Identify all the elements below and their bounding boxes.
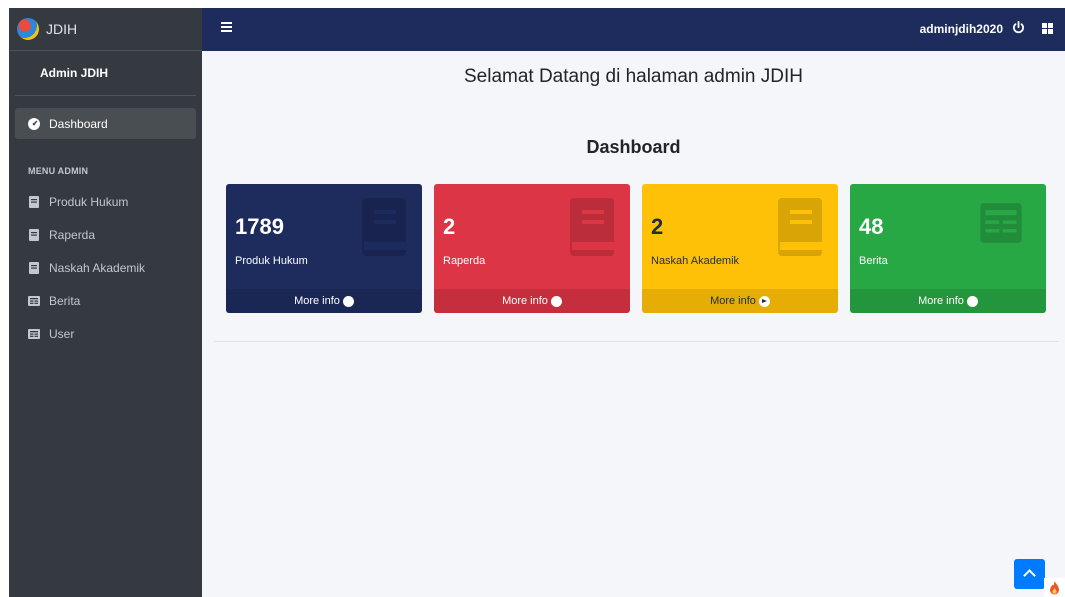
- box-value: 1789: [235, 214, 284, 239]
- box-label: Naskah Akademik: [651, 255, 740, 267]
- sidebar-item-label: Dashboard: [49, 116, 108, 131]
- box-value: 2: [443, 214, 456, 239]
- arrow-circle-right-icon: [550, 295, 562, 307]
- flame-icon: [1044, 578, 1065, 597]
- more-info-link[interactable]: More info: [226, 289, 422, 313]
- sidebar-item-label: Naskah Akademik: [49, 260, 146, 275]
- page-title: Dashboard: [586, 137, 681, 157]
- sidebar-item-produk-hukum[interactable]: Produk Hukum: [15, 186, 196, 217]
- sidebar-item-dashboard[interactable]: Dashboard: [15, 108, 196, 139]
- top-navbar: adminjdih2020: [202, 8, 1065, 51]
- book-icon: [29, 228, 39, 241]
- sidebar: JDIH Admin JDIH Dashboard MENU ADMIN Pro…: [9, 8, 202, 597]
- book-icon: [29, 195, 39, 208]
- sidebar-item-label: User: [49, 326, 75, 341]
- sidebar-nav: Dashboard MENU ADMIN Produk Hukum Raperd…: [9, 96, 202, 349]
- more-info-label: More info: [502, 295, 548, 307]
- more-info-link[interactable]: More info: [642, 289, 838, 313]
- sidebar-item-raperda[interactable]: Raperda: [15, 219, 196, 250]
- more-info-label: More info: [294, 295, 340, 307]
- main-content: Selamat Datang di halaman admin JDIH Das…: [202, 51, 1065, 597]
- sidebar-item-user[interactable]: User: [15, 318, 196, 349]
- newspaper-icon: [980, 203, 1022, 243]
- app-frame: JDIH Admin JDIH Dashboard MENU ADMIN Pro…: [9, 8, 1065, 597]
- arrow-circle-right-icon: [758, 295, 770, 307]
- power-icon[interactable]: [1012, 21, 1025, 34]
- grid-icon[interactable]: [1042, 23, 1053, 34]
- sidebar-item-naskah-akademik[interactable]: Naskah Akademik: [15, 252, 196, 283]
- welcome-heading: Selamat Datang di halaman admin JDIH: [463, 66, 803, 87]
- more-info-link[interactable]: More info: [434, 289, 630, 313]
- hamburger-icon[interactable]: [221, 22, 232, 32]
- tachometer-icon: [28, 117, 40, 130]
- content-divider: [214, 341, 1059, 342]
- book-icon: [362, 198, 406, 256]
- box-label: Berita: [859, 255, 888, 267]
- book-icon: [29, 261, 39, 274]
- book-icon: [778, 198, 822, 256]
- small-box-raperda: 2 Raperda More info: [434, 184, 630, 313]
- box-label: Produk Hukum: [235, 255, 308, 267]
- box-value: 2: [651, 214, 664, 239]
- sidebar-item-label: Produk Hukum: [49, 194, 129, 209]
- brand-text: JDIH: [46, 21, 78, 37]
- small-box-naskah-akademik: 2 Naskah Akademik More info: [642, 184, 838, 313]
- user-panel: Admin JDIH: [15, 51, 196, 96]
- user-name[interactable]: Admin JDIH: [31, 66, 108, 80]
- newspaper-icon: [28, 328, 40, 339]
- book-icon: [570, 198, 614, 256]
- logo-icon: [17, 18, 39, 40]
- arrow-circle-right-icon: [966, 295, 978, 307]
- more-info-label: More info: [918, 295, 964, 307]
- username-link[interactable]: adminjdih2020: [920, 22, 1003, 36]
- box-label: Raperda: [443, 255, 486, 267]
- brand-link[interactable]: JDIH: [9, 8, 202, 51]
- more-info-label: More info: [710, 295, 756, 307]
- arrow-circle-right-icon: [342, 295, 354, 307]
- sidebar-item-label: Raperda: [49, 227, 96, 242]
- small-box-berita: 48 Berita More info: [850, 184, 1046, 313]
- sidebar-item-label: Berita: [49, 293, 81, 308]
- scroll-to-top-button[interactable]: [1014, 559, 1045, 589]
- sidebar-header: MENU ADMIN: [28, 166, 89, 176]
- newspaper-icon: [28, 295, 40, 306]
- sidebar-item-berita[interactable]: Berita: [15, 285, 196, 316]
- box-value: 48: [859, 214, 884, 239]
- small-box-produk-hukum: 1789 Produk Hukum More info: [226, 184, 422, 313]
- more-info-link[interactable]: More info: [850, 289, 1046, 313]
